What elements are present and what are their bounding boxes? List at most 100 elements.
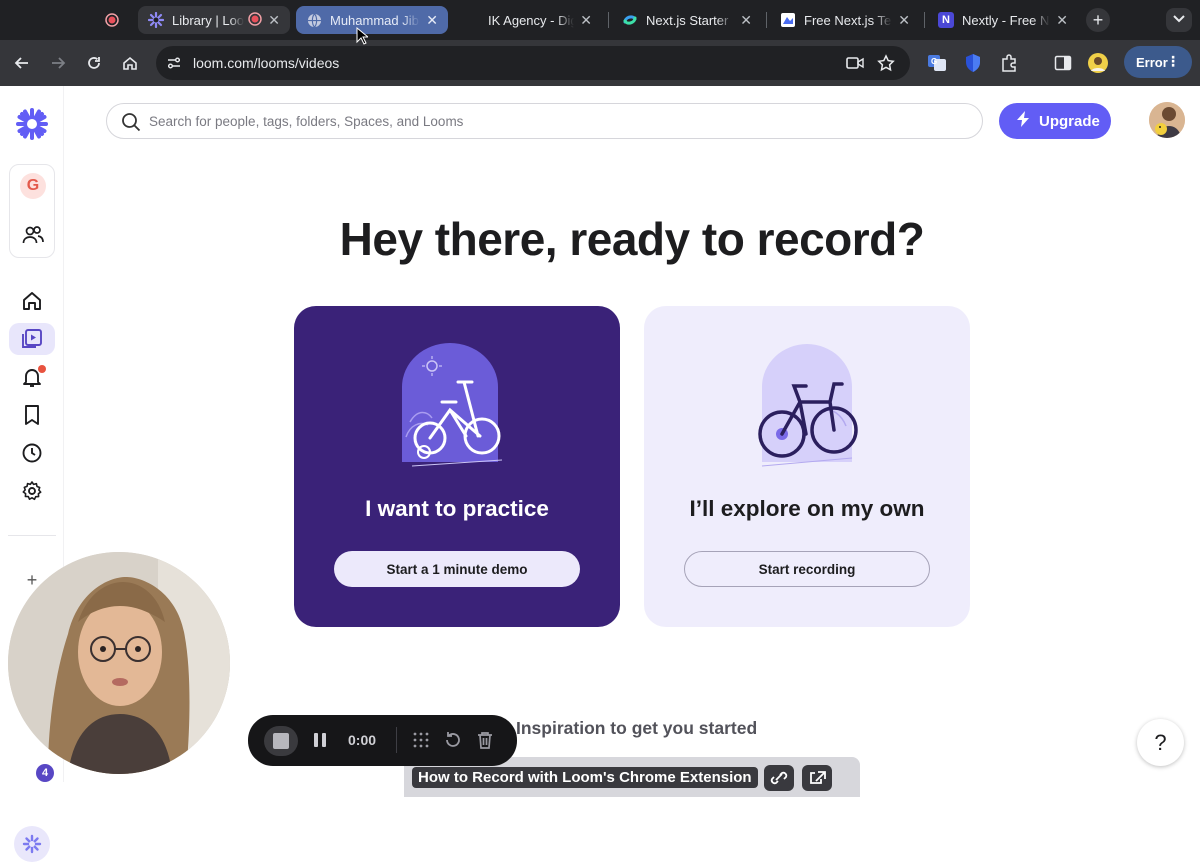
explore-card[interactable]: I’ll explore on my own Start recording xyxy=(644,306,970,627)
search-input[interactable] xyxy=(149,110,949,132)
tab-separator xyxy=(766,12,767,28)
loom-logo-icon xyxy=(148,12,164,28)
external-link-icon xyxy=(810,771,826,784)
sidebar-item-settings[interactable] xyxy=(16,475,48,507)
practice-card-title: I want to practice xyxy=(365,496,549,521)
bicycle-illustration xyxy=(758,344,858,467)
open-external-button[interactable] xyxy=(802,765,832,791)
profile-error-button[interactable]: Error ⋮ xyxy=(1124,46,1192,78)
tab-nextly[interactable]: N Nextly - Free Next.js ✕ xyxy=(928,6,1078,34)
arrow-right-icon xyxy=(52,57,66,69)
tab-ik-agency[interactable]: IK Agency - Digital ✕ xyxy=(478,6,602,34)
upgrade-button[interactable]: Upgrade xyxy=(999,103,1111,139)
shield-extension-icon[interactable] xyxy=(962,52,984,74)
workspace-avatar[interactable]: G xyxy=(20,173,46,199)
tab-muhammad-jibran[interactable]: Muhammad Jibran ✕ xyxy=(296,6,448,34)
chevron-down-icon xyxy=(1173,14,1185,26)
close-tab-icon[interactable]: ✕ xyxy=(580,12,592,29)
new-tab-button[interactable]: + xyxy=(1086,8,1110,32)
recording-timer: 0:00 xyxy=(348,732,377,748)
recorder-divider xyxy=(396,727,397,753)
tab-library-loom[interactable]: Library | Loom ✕ xyxy=(138,6,290,34)
browser-tab-bar: Library | Loom ✕ Muhammad Jibran ✕ IK Ag… xyxy=(0,0,1200,40)
tab-title: Free Next.js Templates xyxy=(804,12,892,28)
sidebar-item-history[interactable] xyxy=(16,437,48,469)
swirl-icon xyxy=(622,12,638,28)
loom-home-logo[interactable] xyxy=(14,106,50,142)
svg-text:G: G xyxy=(931,57,937,66)
help-button[interactable]: ? xyxy=(1137,719,1184,766)
start-demo-button[interactable]: Start a 1 minute demo xyxy=(334,551,580,587)
tab-nextjs-starter[interactable]: Next.js Starter ✕ xyxy=(612,6,762,34)
gear-icon xyxy=(22,481,42,501)
template-icon xyxy=(780,12,796,28)
tab-separator xyxy=(608,12,609,28)
close-tab-icon[interactable]: ✕ xyxy=(1056,12,1068,29)
kebab-menu-icon: ⋮ xyxy=(1166,53,1180,69)
tab-separator xyxy=(924,12,925,28)
url-text: loom.com/looms/videos xyxy=(193,55,340,71)
video-title: How to Record with Loom's Chrome Extensi… xyxy=(412,767,758,788)
tab-free-nextjs-templates[interactable]: Free Next.js Templates ✕ xyxy=(770,6,920,34)
trash-icon[interactable] xyxy=(476,731,494,749)
tab-search-button[interactable] xyxy=(1166,8,1192,32)
tab-title: IK Agency - Digital xyxy=(488,12,575,28)
profile-error-label: Error xyxy=(1136,54,1168,70)
reload-icon xyxy=(88,57,100,69)
profile-avatar-icon[interactable] xyxy=(1087,52,1109,74)
tab-title: Library | Loom xyxy=(172,12,245,28)
start-recording-button[interactable]: Start recording xyxy=(684,551,930,587)
search-bar[interactable] xyxy=(106,103,983,139)
video-library-icon xyxy=(22,329,42,348)
pause-button[interactable] xyxy=(312,732,328,748)
stop-recording-button[interactable] xyxy=(264,726,298,756)
close-tab-icon[interactable]: ✕ xyxy=(268,12,280,29)
camera-indicator-icon[interactable] xyxy=(844,52,866,74)
home-button[interactable] xyxy=(119,52,141,74)
user-avatar[interactable] xyxy=(1149,102,1185,138)
sidebar-item-notifications[interactable] xyxy=(16,361,48,393)
practice-card[interactable]: I want to practice Start a 1 minute demo xyxy=(294,306,620,627)
tab-recording[interactable] xyxy=(96,6,130,34)
recording-indicator-icon xyxy=(248,11,263,29)
explore-card-title: I’ll explore on my own xyxy=(689,496,925,521)
kids-bike-illustration xyxy=(402,343,503,467)
close-tab-icon[interactable]: ✕ xyxy=(898,12,910,29)
globe-icon xyxy=(306,12,322,28)
restart-icon[interactable] xyxy=(444,731,462,749)
bookmark-icon xyxy=(25,405,39,425)
webcam-bubble[interactable] xyxy=(8,552,230,774)
notification-count-badge: 4 xyxy=(36,764,54,782)
loom-logo-icon xyxy=(16,108,48,140)
tab-title: Nextly - Free Next.js xyxy=(962,12,1050,28)
mouse-cursor-icon xyxy=(356,27,368,45)
translate-extension-icon[interactable]: G xyxy=(926,52,948,74)
clock-icon xyxy=(22,443,42,463)
lightning-icon xyxy=(1015,110,1031,132)
loom-launcher-button[interactable] xyxy=(6,822,54,862)
sidebar-item-watch-later[interactable] xyxy=(16,399,48,431)
page-title: Hey there, ready to record? xyxy=(339,213,925,265)
sidebar-item-library[interactable] xyxy=(9,323,55,355)
side-panel-icon[interactable] xyxy=(1052,52,1074,74)
close-tab-icon[interactable]: ✕ xyxy=(426,12,438,29)
tab-title: Muhammad Jibran xyxy=(330,12,420,28)
recording-dot-icon xyxy=(104,12,120,28)
recording-controls: 0:00 xyxy=(248,715,517,766)
n-logo-icon: N xyxy=(938,12,954,28)
close-tab-icon[interactable]: ✕ xyxy=(740,12,752,29)
address-bar[interactable]: loom.com/looms/videos xyxy=(156,46,910,80)
link-icon xyxy=(770,771,788,785)
drag-handle-icon[interactable] xyxy=(412,731,430,749)
bookmark-star-icon[interactable] xyxy=(875,52,897,74)
back-button[interactable] xyxy=(11,52,33,74)
sidebar-item-home[interactable] xyxy=(16,285,48,317)
home-icon xyxy=(23,292,41,310)
copy-link-button[interactable] xyxy=(764,765,794,791)
forward-button[interactable] xyxy=(47,52,69,74)
reload-button[interactable] xyxy=(83,52,105,74)
inspiration-heading: Inspiration to get you started xyxy=(516,718,758,738)
arrow-left-icon xyxy=(14,57,28,69)
search-icon xyxy=(121,112,141,137)
extensions-puzzle-icon[interactable] xyxy=(998,52,1020,74)
